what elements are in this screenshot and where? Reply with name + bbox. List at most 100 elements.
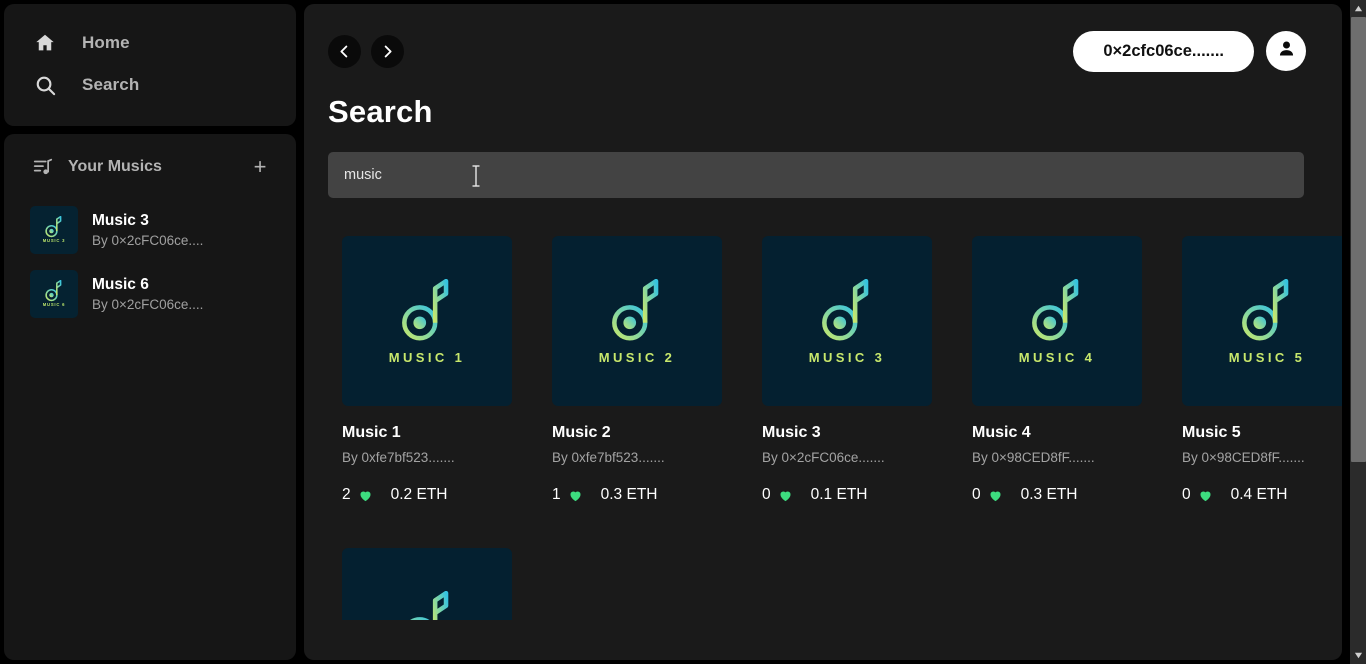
music-card-stats: 1 0.3 ETH — [552, 486, 710, 504]
heart-icon — [358, 488, 373, 503]
thumbnail-label: MUSIC 3 — [42, 238, 66, 244]
like-count: 2 — [342, 486, 351, 503]
album-art: MUSIC 3 — [762, 236, 932, 406]
music-card[interactable]: MUSIC 6 — [328, 534, 514, 620]
music-card-price: 0.4 ETH — [1230, 486, 1288, 503]
music-note-icon — [43, 216, 65, 238]
heart-icon — [988, 488, 1003, 503]
playlist-icon — [30, 154, 56, 180]
music-card-title: Music 5 — [1182, 424, 1241, 441]
results-scroll-area[interactable]: MUSIC 1 Music 1 By 0xfe7bf523....... 2 0… — [328, 222, 1342, 620]
music-note-icon — [1028, 278, 1086, 343]
music-card[interactable]: MUSIC 1 Music 1 By 0xfe7bf523....... 2 0… — [328, 222, 514, 520]
list-item-meta: Music 6 By 0×2cFC06ce.... — [92, 276, 203, 312]
library-header: Your Musics + — [4, 150, 296, 184]
search-field-wrap — [328, 152, 1342, 198]
like-group[interactable]: 0 — [972, 486, 1003, 504]
music-card-title: Music 3 — [762, 424, 821, 441]
list-item-title: Music 6 — [92, 276, 149, 293]
search-icon — [32, 72, 58, 98]
music-note-icon — [398, 278, 456, 343]
library-title: Your Musics — [68, 158, 162, 175]
like-count: 0 — [972, 486, 981, 503]
like-count: 1 — [552, 486, 561, 503]
album-art: MUSIC 5 — [1182, 236, 1342, 406]
music-card-artist: By 0×98CED8fF....... — [972, 450, 1095, 465]
album-art: MUSIC 1 — [342, 236, 512, 406]
page-title: Search — [328, 94, 433, 129]
album-art: MUSIC 2 — [552, 236, 722, 406]
nav-arrows — [328, 34, 404, 68]
music-thumbnail: MUSIC 3 — [30, 206, 78, 254]
topbar-right: 0×2cfc06ce....... — [1073, 30, 1306, 72]
album-art-label: MUSIC 5 — [1228, 349, 1306, 365]
sidebar-nav-panel: Home Search — [4, 4, 296, 126]
list-item-meta: Music 3 By 0×2cFC06ce.... — [92, 212, 203, 248]
music-card[interactable]: MUSIC 2 Music 2 By 0xfe7bf523....... 1 0… — [538, 222, 724, 520]
music-card-price: 0.1 ETH — [810, 486, 868, 503]
back-button[interactable] — [328, 34, 361, 68]
main-panel: 0×2cfc06ce....... Search music MUSIC 1 M… — [304, 4, 1342, 660]
heart-icon — [778, 488, 793, 503]
sidebar: Home Search Your Musics + MUSIC 3 Music … — [4, 4, 296, 660]
list-item[interactable]: MUSIC 3 Music 3 By 0×2cFC06ce.... — [4, 198, 296, 262]
like-group[interactable]: 1 — [552, 486, 583, 504]
app-root: Home Search Your Musics + MUSIC 3 Music … — [0, 0, 1366, 664]
music-card-price: 0.2 ETH — [390, 486, 448, 503]
music-card-price: 0.3 ETH — [1020, 486, 1078, 503]
scrollbar-thumb[interactable] — [1351, 17, 1366, 462]
main-content: 0×2cfc06ce....... Search music MUSIC 1 M… — [304, 4, 1342, 660]
music-note-icon — [608, 278, 666, 343]
add-music-button[interactable]: + — [246, 153, 274, 181]
music-card-price: 0.3 ETH — [600, 486, 658, 503]
list-item-artist: By 0×2cFC06ce.... — [92, 233, 204, 248]
music-card-stats: 2 0.2 ETH — [342, 486, 500, 504]
like-group[interactable]: 2 — [342, 486, 373, 504]
avatar[interactable] — [1266, 31, 1306, 71]
music-note-icon — [1238, 278, 1296, 343]
album-art-label: MUSIC 4 — [1018, 349, 1096, 365]
sidebar-item-home-label: Home — [82, 33, 130, 52]
wallet-address-button[interactable]: 0×2cfc06ce....... — [1073, 30, 1254, 72]
music-card-stats: 0 0.3 ETH — [972, 486, 1130, 504]
thumbnail-label: MUSIC 6 — [42, 302, 66, 308]
like-count: 0 — [762, 486, 771, 503]
heart-icon — [1198, 488, 1213, 503]
sidebar-library-panel: Your Musics + MUSIC 3 Music 3 By 0×2cFC0… — [4, 134, 296, 660]
music-card-stats: 0 0.4 ETH — [1182, 486, 1340, 504]
list-item[interactable]: MUSIC 6 Music 6 By 0×2cFC06ce.... — [4, 262, 296, 326]
topbar: 0×2cfc06ce....... — [328, 30, 1342, 72]
album-art-label: MUSIC 3 — [808, 349, 886, 365]
list-item-title: Music 3 — [92, 212, 149, 229]
home-icon — [32, 30, 58, 56]
music-card[interactable]: MUSIC 3 Music 3 By 0×2cFC06ce....... 0 0… — [748, 222, 934, 520]
page-scrollbar[interactable] — [1349, 0, 1366, 664]
list-item-artist: By 0×2cFC06ce.... — [92, 297, 204, 312]
music-card-artist: By 0×98CED8fF....... — [1182, 450, 1305, 465]
album-art: MUSIC 4 — [972, 236, 1142, 406]
like-group[interactable]: 0 — [762, 486, 793, 504]
music-card[interactable]: MUSIC 5 Music 5 By 0×98CED8fF....... 0 0… — [1168, 222, 1342, 520]
album-art-label: MUSIC 1 — [388, 349, 466, 365]
sidebar-item-search-label: Search — [82, 75, 140, 94]
music-card-title: Music 4 — [972, 424, 1031, 441]
music-card-artist: By 0xfe7bf523....... — [552, 450, 665, 465]
music-card-title: Music 2 — [552, 424, 611, 441]
search-input[interactable] — [328, 152, 1304, 198]
scroll-up-arrow-icon[interactable] — [1350, 0, 1366, 17]
library-list: MUSIC 3 Music 3 By 0×2cFC06ce.... MUSIC … — [4, 198, 296, 326]
forward-button[interactable] — [371, 34, 404, 68]
music-card-stats: 0 0.1 ETH — [762, 486, 920, 504]
sidebar-item-home[interactable]: Home — [4, 22, 296, 64]
like-group[interactable]: 0 — [1182, 486, 1213, 504]
music-thumbnail: MUSIC 6 — [30, 270, 78, 318]
sidebar-item-search[interactable]: Search — [4, 64, 296, 106]
user-icon — [1276, 38, 1297, 64]
scroll-down-arrow-icon[interactable] — [1350, 647, 1366, 664]
music-card-artist: By 0xfe7bf523....... — [342, 450, 455, 465]
like-count: 0 — [1182, 486, 1191, 503]
music-note-icon — [398, 590, 456, 620]
music-note-icon — [43, 280, 65, 302]
music-card[interactable]: MUSIC 4 Music 4 By 0×98CED8fF....... 0 0… — [958, 222, 1144, 520]
heart-icon — [568, 488, 583, 503]
